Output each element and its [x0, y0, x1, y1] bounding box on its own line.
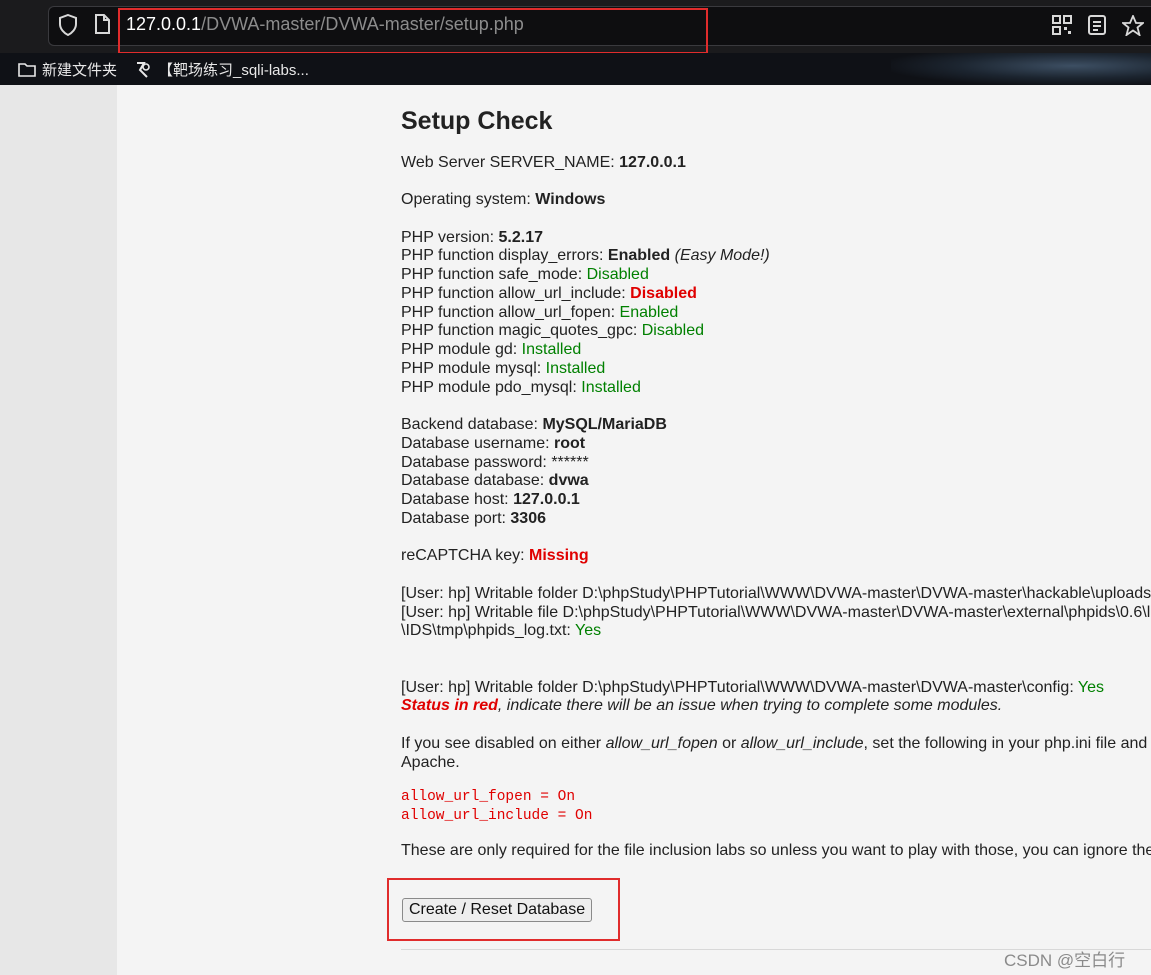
module-gd-label: PHP module gd: [401, 341, 522, 358]
db-password-label: Database password: [401, 454, 552, 471]
status-note-line: Status in red, indicate there will be an… [401, 696, 1002, 715]
db-username-line: Database username: root [401, 434, 585, 453]
code-line-include: allow_url_include = On [401, 808, 593, 824]
db-name-label: Database database: [401, 472, 549, 489]
reader-mode-icon[interactable] [1088, 15, 1106, 35]
module-mysql-label: PHP module mysql: [401, 360, 546, 377]
module-pdo-label: PHP module pdo_mysql: [401, 379, 582, 396]
recaptcha-line: reCAPTCHA key: Missing [401, 546, 589, 565]
safe-mode-line: PHP function safe_mode: Disabled [401, 265, 649, 284]
php-version-line: PHP version: 5.2.17 [401, 228, 543, 247]
php-version-value: 5.2.17 [498, 229, 544, 246]
allow-url-fopen-line: PHP function allow_url_fopen: Enabled [401, 303, 678, 322]
recaptcha-label: reCAPTCHA key: [401, 547, 530, 564]
php-version-label: PHP version: [401, 229, 499, 246]
db-password-line: Database password: ****** [401, 453, 589, 472]
code-line-fopen: allow_url_fopen = On [401, 789, 576, 805]
left-sidebar-strip [0, 85, 117, 975]
db-port-label: Database port: [401, 510, 511, 527]
bookmark-sqli-label: 【靶场练习_sqli-labs... [158, 62, 309, 79]
db-port-line: Database port: 3306 [401, 509, 546, 528]
page-viewport: Setup Check Web Server SERVER_NAME: 127.… [0, 85, 1151, 975]
star-icon[interactable] [1122, 15, 1144, 36]
bookmark-folder-label: 新建文件夹 [42, 62, 118, 79]
bookmarks-bar: 新建文件夹 【靶场练习_sqli-labs... [0, 53, 1151, 85]
db-host-value: 127.0.0.1 [513, 491, 580, 508]
bookmark-folder[interactable]: 新建文件夹 [18, 59, 117, 80]
writable-uploads-line: [User: hp] Writable folder D:\phpStudy\P… [401, 585, 1151, 602]
display-errors-label: PHP function display_errors: [401, 247, 608, 264]
db-name-line: Database database: dvwa [401, 471, 589, 490]
writable-config-line: [User: hp] Writable folder D:\phpStudy\P… [401, 678, 1104, 697]
disabled-note-start: If you see disabled on either [401, 735, 606, 752]
server-name-value: 127.0.0.1 [619, 154, 686, 171]
db-host-label: Database host: [401, 491, 514, 508]
url-highlight-box [118, 8, 708, 54]
writable-phpids-line: [User: hp] Writable file D:\phpStudy\PHP… [401, 604, 1151, 621]
module-mysql-line: PHP module mysql: Installed [401, 359, 605, 378]
allow-url-include-label: PHP function allow_url_include: [401, 285, 631, 302]
backend-db-label: Backend database: [401, 416, 543, 433]
page-icon[interactable] [94, 14, 110, 34]
bookmarks-background [891, 53, 1151, 85]
disabled-note-end: , set the following in your php.ini file… [863, 735, 1151, 752]
db-name-value: dvwa [548, 472, 589, 489]
writable-config-label: [User: hp] Writable folder D:\phpStudy\P… [401, 679, 1078, 696]
safe-mode-value: Disabled [586, 266, 649, 283]
writable-phpids-value: Yes [575, 622, 602, 639]
disabled-note-or: or [717, 735, 741, 752]
writable-phpids-line-2: \IDS\tmp\phpids_log.txt: Yes [401, 621, 601, 640]
button-highlight-box [387, 878, 620, 941]
qr-code-icon[interactable] [1052, 15, 1072, 35]
magic-quotes-line: PHP function magic_quotes_gpc: Disabled [401, 321, 704, 340]
disabled-note-line-2: Apache. [401, 754, 460, 771]
folder-icon [18, 63, 36, 77]
writable-phpids-label: \IDS\tmp\phpids_log.txt: [401, 622, 576, 639]
shield-icon[interactable] [58, 14, 78, 36]
safe-mode-label: PHP function safe_mode: [401, 266, 587, 283]
server-name-line: Web Server SERVER_NAME: 127.0.0.1 [401, 153, 686, 172]
os-value: Windows [535, 191, 606, 208]
magic-quotes-value: Disabled [641, 322, 705, 339]
writable-config-value: Yes [1077, 679, 1105, 696]
module-pdo-line: PHP module pdo_mysql: Installed [401, 378, 641, 397]
page-title: Setup Check [401, 107, 553, 135]
bookmark-favicon-icon [137, 61, 150, 78]
backend-db-value: MySQL/MariaDB [542, 416, 667, 433]
disabled-note-include: allow_url_include [740, 735, 864, 752]
allow-url-include-line: PHP function allow_url_include: Disabled [401, 284, 697, 303]
csdn-watermark: CSDN @空白行 [1004, 951, 1126, 970]
magic-quotes-label: PHP function magic_quotes_gpc: [401, 322, 642, 339]
backend-db-line: Backend database: MySQL/MariaDB [401, 415, 667, 434]
display-errors-value: Enabled [607, 247, 671, 264]
status-note-rest: , indicate there will be an issue when t… [497, 697, 1003, 714]
module-gd-line: PHP module gd: Installed [401, 340, 581, 359]
module-gd-value: Installed [521, 341, 582, 358]
db-password-value: ****** [551, 454, 589, 471]
os-line: Operating system: Windows [401, 190, 605, 209]
disabled-note-fopen: allow_url_fopen [605, 735, 718, 752]
allow-url-fopen-label: PHP function allow_url_fopen: [401, 304, 620, 321]
browser-toolbar: 127.0.0.1/DVWA-master/DVWA-master/setup.… [0, 0, 1151, 54]
display-errors-note: (Easy Mode!) [674, 247, 770, 264]
db-username-label: Database username: [401, 435, 554, 452]
recaptcha-value: Missing [529, 547, 589, 564]
db-host-line: Database host: 127.0.0.1 [401, 490, 580, 509]
allow-url-fopen-value: Enabled [619, 304, 679, 321]
db-port-value: 3306 [510, 510, 546, 527]
inclusion-note-line: These are only required for the file inc… [401, 842, 1151, 859]
server-name-label: Web Server SERVER_NAME: [401, 154, 620, 171]
db-username-value: root [553, 435, 586, 452]
module-mysql-value: Installed [545, 360, 606, 377]
display-errors-line: PHP function display_errors: Enabled (Ea… [401, 246, 770, 265]
os-label: Operating system: [401, 191, 536, 208]
status-in-red-text: Status in red [401, 697, 498, 714]
bookmark-sqli-labs[interactable]: 【靶场练习_sqli-labs... [134, 59, 309, 80]
allow-url-include-value: Disabled [630, 285, 697, 302]
disabled-note-line: If you see disabled on either allow_url_… [401, 734, 1151, 753]
module-pdo-value: Installed [581, 379, 641, 396]
